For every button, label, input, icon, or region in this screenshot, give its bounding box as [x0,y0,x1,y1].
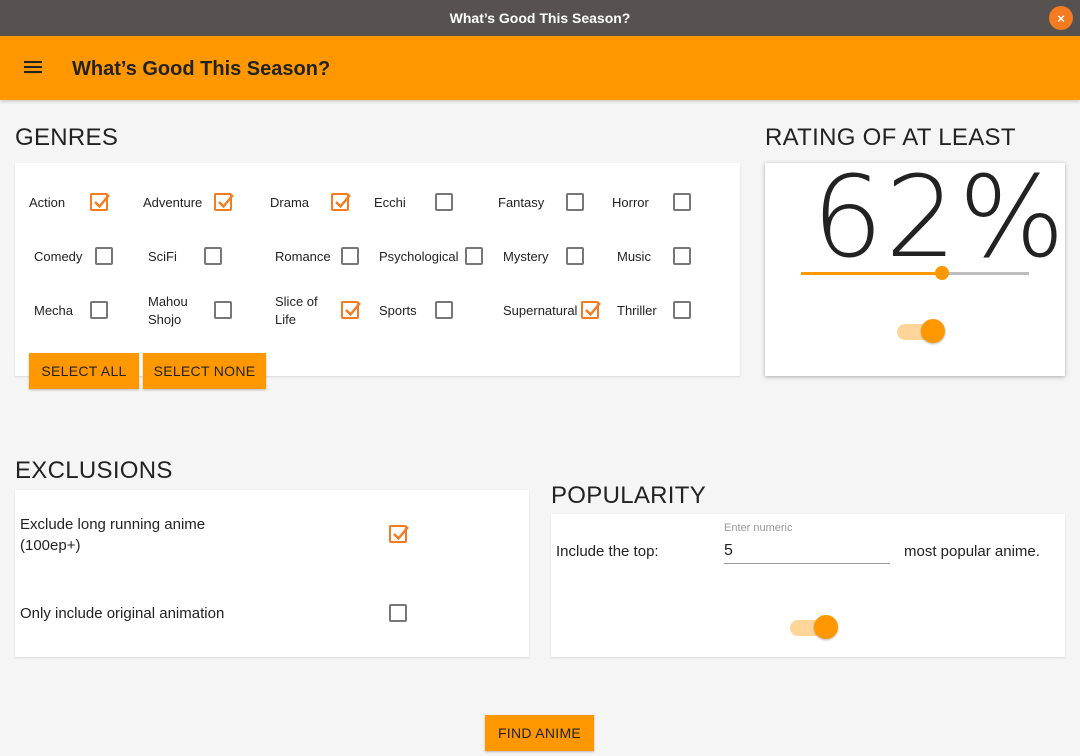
checkmark-icon [218,194,234,209]
genre-label-fantasy: Fantasy [498,195,545,210]
genre-checkbox-slice-of-life[interactable] [341,301,361,319]
popularity-toggle-thumb [814,615,838,639]
genre-checkbox-action[interactable] [90,193,110,211]
select-none-button[interactable]: SELECT NONE [143,353,266,389]
rating-toggle-thumb [921,319,945,343]
genre-label-thriller: Thriller [617,303,657,318]
rating-value: 62% [812,153,1067,283]
genre-checkbox-music[interactable] [673,247,691,265]
exclusions-heading: EXCLUSIONS [15,457,173,484]
genre-checkbox-mecha[interactable] [90,301,108,319]
genre-label-action: Action [29,195,66,210]
genre-checkbox-ecchi[interactable] [435,193,453,211]
rating-slider-track[interactable] [801,266,1029,280]
genre-label-mystery: Mystery [503,249,549,264]
close-window-button[interactable]: × [1049,6,1073,30]
genre-label-adventure: Adventure [143,195,203,210]
checkmark-icon [393,526,409,541]
popularity-toggle[interactable] [790,615,840,641]
rating-heading: RATING OF AT LEAST [765,124,1016,151]
genre-checkbox-thriller[interactable] [673,301,691,319]
genre-label-comedy: Comedy [34,249,83,264]
genre-checkbox-supernatural[interactable] [581,301,601,319]
checkmark-icon [94,194,110,209]
select-all-button[interactable]: SELECT ALL [29,353,139,389]
window-titlebar: What’s Good This Season? × [0,0,1080,36]
genre-label-slice-of-life: Slice of Life [275,294,318,327]
exclusion-checkbox-long-running[interactable] [389,525,409,543]
exclusion-label-long-running: Exclude long running anime (100ep+) [20,516,206,554]
genre-checkbox-psychological[interactable] [465,247,483,265]
genre-checkbox-adventure[interactable] [214,193,234,211]
checkmark-icon [345,302,361,317]
popularity-suffix: most popular anime. [904,543,1040,560]
genres-heading: GENRES [15,124,119,151]
genre-label-psychological: Psychological [379,249,459,264]
genre-checkbox-sports[interactable] [435,301,453,319]
checkmark-icon [335,194,351,209]
genre-checkbox-fantasy[interactable] [566,193,584,211]
find-anime-button[interactable]: FIND ANIME [485,715,594,751]
genre-checkbox-comedy[interactable] [95,247,113,265]
exclusion-label-original-animation: Only include original animation [20,605,225,622]
checkmark-icon [585,302,601,317]
genre-checkbox-romance[interactable] [341,247,359,265]
rating-toggle[interactable] [897,319,947,345]
genre-checkbox-horror[interactable] [673,193,691,211]
rating-slider-fill [801,272,943,275]
app-bar: What’s Good This Season? [0,36,1080,100]
genre-checkbox-mystery[interactable] [566,247,584,265]
genre-checkbox-drama[interactable] [331,193,351,211]
exclusion-checkbox-original-animation[interactable] [389,604,407,622]
genre-label-horror: Horror [612,195,649,210]
genre-label-supernatural: Supernatural [503,303,578,318]
genre-checkbox-mahou-shojo[interactable] [214,301,232,319]
genre-label-drama: Drama [270,195,310,210]
genre-label-mahou-shojo: Mahou Shojo [148,294,188,327]
popularity-prefix: Include the top: [556,543,659,560]
app-title: What’s Good This Season? [72,58,331,80]
genre-label-romance: Romance [275,249,331,264]
genre-label-mecha: Mecha [34,303,74,318]
genre-checkbox-scifi[interactable] [204,247,222,265]
genre-label-ecchi: Ecchi [374,195,406,210]
genre-label-scifi: SciFi [148,249,177,264]
genre-label-sports: Sports [379,303,417,318]
close-icon: × [1057,10,1065,26]
popularity-heading: POPULARITY [551,482,707,509]
popularity-input[interactable]: 5 [724,542,890,564]
hamburger-menu-icon[interactable] [24,58,48,78]
window-title: What’s Good This Season? [449,10,631,26]
popularity-input-helper: Enter numeric [724,522,793,534]
genre-label-music: Music [617,249,651,264]
